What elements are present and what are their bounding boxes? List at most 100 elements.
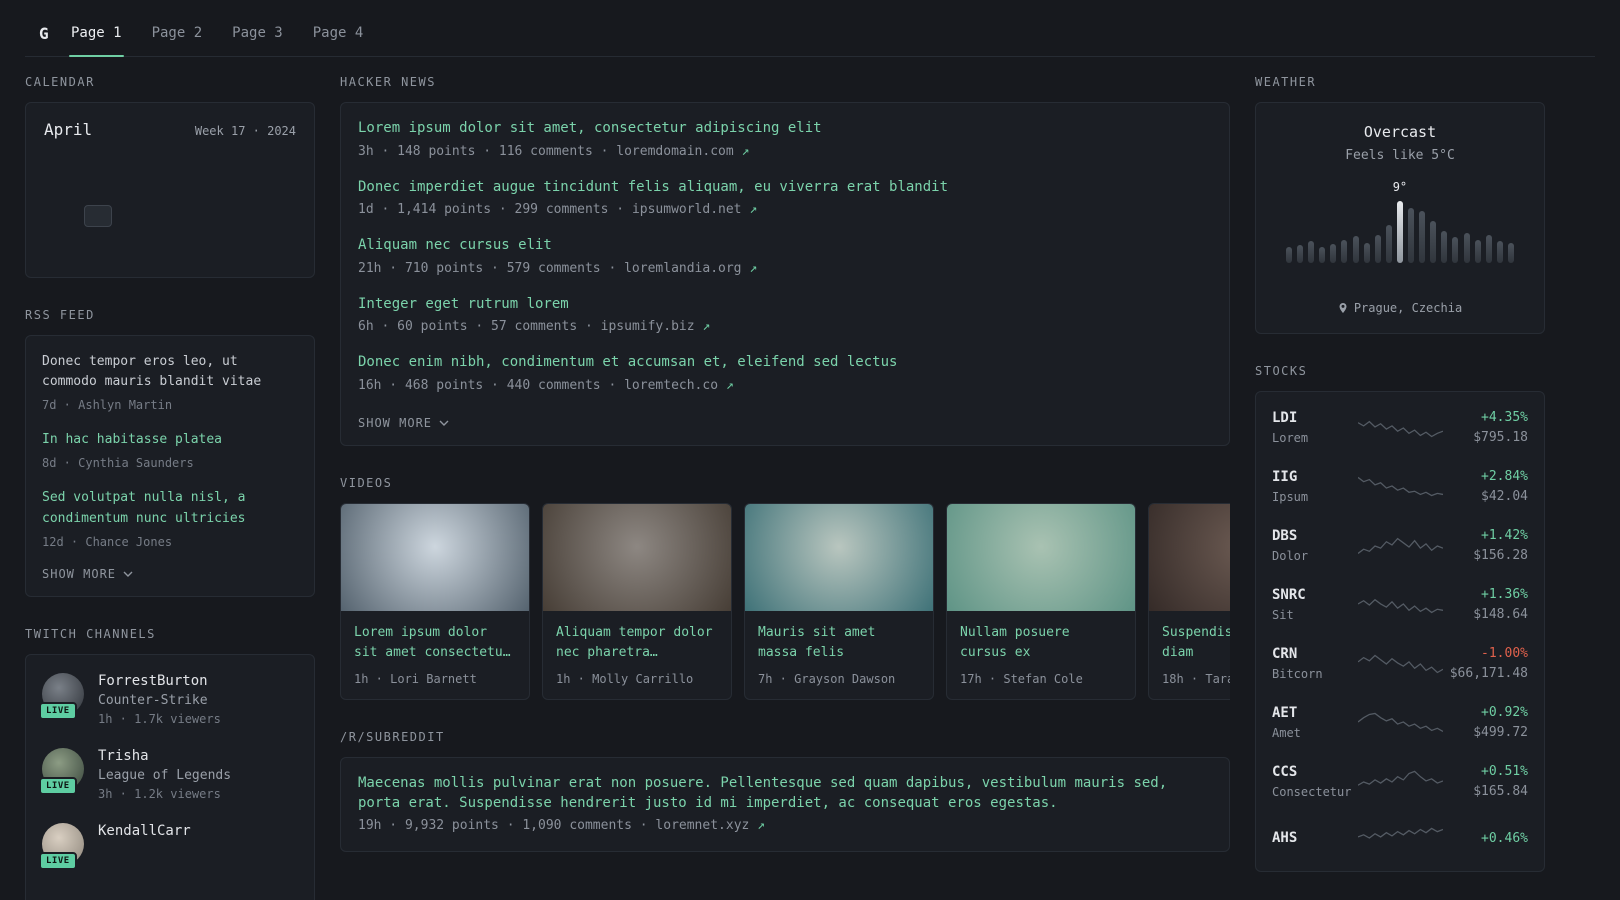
news-item-domain-link[interactable]: loremtech.co [624, 378, 718, 393]
news-item-title[interactable]: Aliquam nec cursus elit [358, 236, 1212, 256]
news-item: Integer eget rutrum lorem 6h · 60 points… [358, 295, 1212, 335]
video-title[interactable]: Nullam posuere cursus ex [960, 623, 1122, 663]
video-card[interactable]: Lorem ipsum dolor sit amet consectetu… 1… [340, 502, 530, 701]
video-thumbnail[interactable] [1149, 503, 1230, 611]
video-meta: 1h · Lori Barnett [354, 672, 477, 687]
video-title[interactable]: Lorem ipsum dolor sit amet consectetu… [354, 623, 516, 663]
rss-item-title[interactable]: In hac habitasse platea [42, 430, 298, 450]
subreddit-card: Maecenas mollis pulvinar erat non posuer… [340, 757, 1230, 853]
stock-name: Amet [1272, 726, 1301, 740]
stock-row[interactable]: SNRC Sit +1.36% $148.64 [1272, 575, 1528, 634]
hn-show-more-button[interactable]: SHOW MORE [358, 416, 449, 430]
app-logo[interactable]: G [25, 24, 69, 43]
right-column: WEATHER Overcast Feels like 5°C 9° Pragu… [1255, 75, 1545, 900]
news-item-stats: 6h · 60 points · 57 comments · [358, 319, 601, 335]
channel-info: KendallCarr [98, 823, 191, 865]
channel-meta: 3h · 1.2k viewers [98, 786, 221, 801]
video-title[interactable]: Aliquam tempor dolor nec pharetra… [556, 623, 718, 663]
stock-row[interactable]: CRN Bitcorn -1.00% $66,171.48 [1272, 634, 1528, 693]
sparkline-svg [1357, 770, 1443, 786]
video-thumbnail[interactable] [341, 503, 529, 611]
sparkline-svg [1357, 420, 1443, 437]
stock-row[interactable]: AET Amet +0.92% $499.72 [1272, 693, 1528, 752]
twitch-channel-row[interactable]: LIVE Trisha League of Legends 3h · 1.2k … [39, 747, 298, 801]
channel-name[interactable]: Trisha [98, 748, 231, 764]
video-meta: 7h · Grayson Dawson [758, 672, 896, 687]
channel-name[interactable]: KendallCarr [98, 823, 191, 839]
weather-bar [1297, 193, 1304, 263]
section-title-weather: WEATHER [1255, 75, 1317, 89]
hn-list: Lorem ipsum dolor sit amet, consectetur … [358, 119, 1212, 393]
news-item-title[interactable]: Maecenas mollis pulvinar erat non posuer… [358, 774, 1212, 813]
center-column: HACKER NEWS Lorem ipsum dolor sit amet, … [340, 75, 1230, 882]
stock-price: $156.28 [1473, 548, 1528, 563]
channel-name[interactable]: ForrestBurton [98, 673, 221, 689]
calendar-day [156, 239, 184, 261]
news-item-domain-link[interactable]: loremnet.xyz [655, 818, 749, 833]
stock-row[interactable]: CCS Consectetur +0.51% $165.84 [1272, 752, 1528, 811]
weather-bar [1452, 193, 1459, 263]
news-item-title[interactable]: Lorem ipsum dolor sit amet, consectetur … [358, 119, 1212, 139]
external-link-icon: ↗ [757, 818, 765, 834]
video-thumbnail[interactable] [947, 503, 1135, 611]
weather-bar-fill [1297, 245, 1304, 263]
news-item-title[interactable]: Donec imperdiet augue tincidunt felis al… [358, 178, 1212, 198]
twitch-channel-row[interactable]: LIVE KendallCarr [39, 822, 298, 870]
live-badge: LIVE [39, 701, 77, 720]
weather-bar-fill [1463, 233, 1470, 263]
weather-bar-fill [1441, 231, 1448, 263]
weather-bar [1441, 193, 1448, 263]
news-item-domain-link[interactable]: loremdomain.com [616, 144, 733, 159]
news-item: Lorem ipsum dolor sit amet, consectetur … [358, 119, 1212, 159]
video-card[interactable]: Aliquam tempor dolor nec pharetra… 1h · … [542, 502, 732, 701]
channel-info: Trisha League of Legends 3h · 1.2k viewe… [98, 748, 231, 801]
news-item-domain-link[interactable]: ipsumworld.net [632, 202, 742, 217]
rss-show-more-button[interactable]: SHOW MORE [42, 567, 133, 581]
news-item-title[interactable]: Donec enim nibh, condimentum et accumsan… [358, 353, 1212, 373]
avatar-wrap: LIVE [39, 747, 84, 795]
stock-change: -1.00% [1481, 646, 1528, 661]
news-item-domain-link[interactable]: loremlandia.org [624, 261, 741, 276]
news-item-domain-link[interactable]: ipsumify.biz [601, 319, 695, 334]
live-badge: LIVE [39, 851, 77, 870]
section-title-stocks: STOCKS [1255, 364, 1308, 378]
rss-item-title[interactable]: Donec tempor eros leo, ut commodo mauris… [42, 352, 298, 392]
calendar-day [84, 205, 112, 227]
page-tab[interactable]: Page 3 [230, 10, 285, 56]
twitch-channel-row[interactable]: LIVE ForrestBurton Counter-Strike 1h · 1… [39, 672, 298, 726]
video-thumbnail[interactable] [543, 503, 731, 611]
hacker-news-card: Lorem ipsum dolor sit amet, consectetur … [340, 102, 1230, 446]
weather-bar [1419, 193, 1426, 263]
news-item: Maecenas mollis pulvinar erat non posuer… [358, 774, 1212, 833]
location-pin-icon [1338, 302, 1348, 314]
page-tab[interactable]: Page 4 [311, 10, 366, 56]
page-tab[interactable]: Page 1 [69, 10, 124, 57]
news-item-meta: 6h · 60 points · 57 comments · ipsumify.… [358, 319, 1212, 334]
live-badge: LIVE [39, 776, 77, 795]
calendar-day [48, 205, 76, 227]
stock-values: +1.36% $148.64 [1443, 587, 1528, 622]
stock-change: +1.42% [1481, 528, 1528, 543]
stock-name: Ipsum [1272, 490, 1309, 504]
sparkline-svg [1357, 712, 1443, 732]
calendar-day [156, 205, 184, 227]
stock-row[interactable]: AHS +0.46% [1272, 811, 1528, 865]
video-card[interactable]: Suspendisse diam 18h · Tara [1148, 502, 1230, 701]
news-item-title[interactable]: Integer eget rutrum lorem [358, 295, 1212, 315]
weather-bar-fill [1419, 211, 1426, 263]
video-card[interactable]: Mauris sit amet massa felis 7h · Grayson… [744, 502, 934, 701]
video-card[interactable]: Nullam posuere cursus ex 17h · Stefan Co… [946, 502, 1136, 701]
stock-row[interactable]: LDI Lorem +4.35% $795.18 [1272, 398, 1528, 457]
video-list[interactable]: Lorem ipsum dolor sit amet consectetu… 1… [340, 502, 1230, 701]
rss-item-title[interactable]: Sed volutpat nulla nisl, a condimentum n… [42, 488, 298, 528]
rss-widget: RSS FEED Donec tempor eros leo, ut commo… [25, 308, 315, 597]
stock-row[interactable]: DBS Dolor +1.42% $156.28 [1272, 516, 1528, 575]
calendar-card: April Week 17 · 2024 [25, 102, 315, 278]
video-title[interactable]: Suspendisse diam [1162, 623, 1230, 663]
video-meta: 1h · Molly Carrillo [556, 672, 694, 687]
page-tab[interactable]: Page 2 [150, 10, 205, 56]
video-thumbnail[interactable] [745, 503, 933, 611]
stock-row[interactable]: IIG Ipsum +2.84% $42.04 [1272, 457, 1528, 516]
tab-label: Page 2 [151, 25, 203, 41]
video-title[interactable]: Mauris sit amet massa felis [758, 623, 920, 663]
